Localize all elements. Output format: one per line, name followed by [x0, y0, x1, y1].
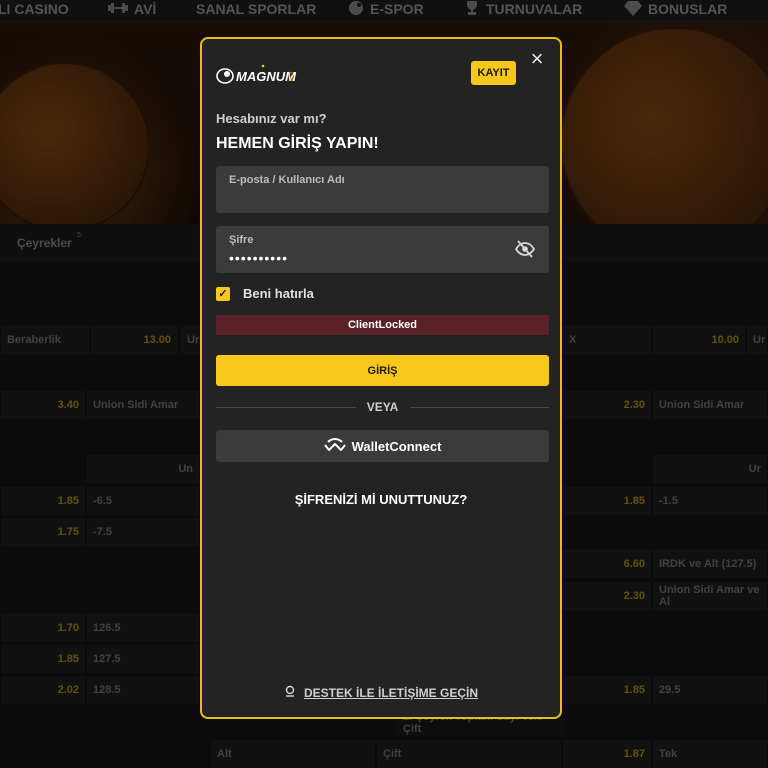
password-label: Şifre — [229, 234, 254, 246]
walletconnect-icon — [323, 437, 346, 455]
remember-label: Beni hatırla — [243, 286, 314, 301]
register-button[interactable]: KAYIT — [471, 61, 516, 85]
error-message: ClientLocked — [216, 315, 549, 335]
remember-checkbox[interactable]: ✓ — [216, 287, 230, 301]
username-label: E-posta / Kullanıcı Adı — [229, 174, 345, 186]
support-icon — [284, 685, 296, 700]
password-value: •••••••••• — [229, 250, 289, 266]
or-divider-label: VEYA — [366, 400, 399, 414]
support-link[interactable]: DESTEK İLE İLETİŞİME GEÇİN — [202, 685, 560, 700]
logo-text: MAGNUM — [236, 69, 297, 84]
walletconnect-label: WalletConnect — [351, 438, 442, 454]
login-title: HEMEN GİRİŞ YAPIN! — [216, 135, 379, 152]
or-divider: VEYA — [216, 400, 549, 414]
eye-slash-icon[interactable] — [514, 240, 536, 258]
forgot-password-link[interactable]: ŞİFRENİZİ Mİ UNUTTUNUZ? — [202, 492, 560, 507]
close-icon[interactable]: × — [527, 48, 547, 70]
login-button[interactable]: GİRİŞ — [216, 355, 549, 386]
walletconnect-button[interactable]: WalletConnect — [216, 430, 549, 462]
support-label: DESTEK İLE İLETİŞİME GEÇİN — [303, 685, 479, 700]
magnumbet-logo: MAGNUM BET — [216, 61, 298, 87]
password-field[interactable]: Şifre •••••••••• — [216, 226, 549, 273]
login-subtitle: Hesabınız var mı? — [216, 111, 327, 126]
username-field[interactable]: E-posta / Kullanıcı Adı — [216, 166, 549, 213]
logo-suffix: BET — [289, 71, 295, 81]
page: LI CASINO AVİ SANAL SPORLAR E-SPOR TURNU… — [0, 0, 768, 768]
login-modal: MAGNUM BET KAYIT × Hesabınız var mı? HEM… — [200, 37, 562, 719]
